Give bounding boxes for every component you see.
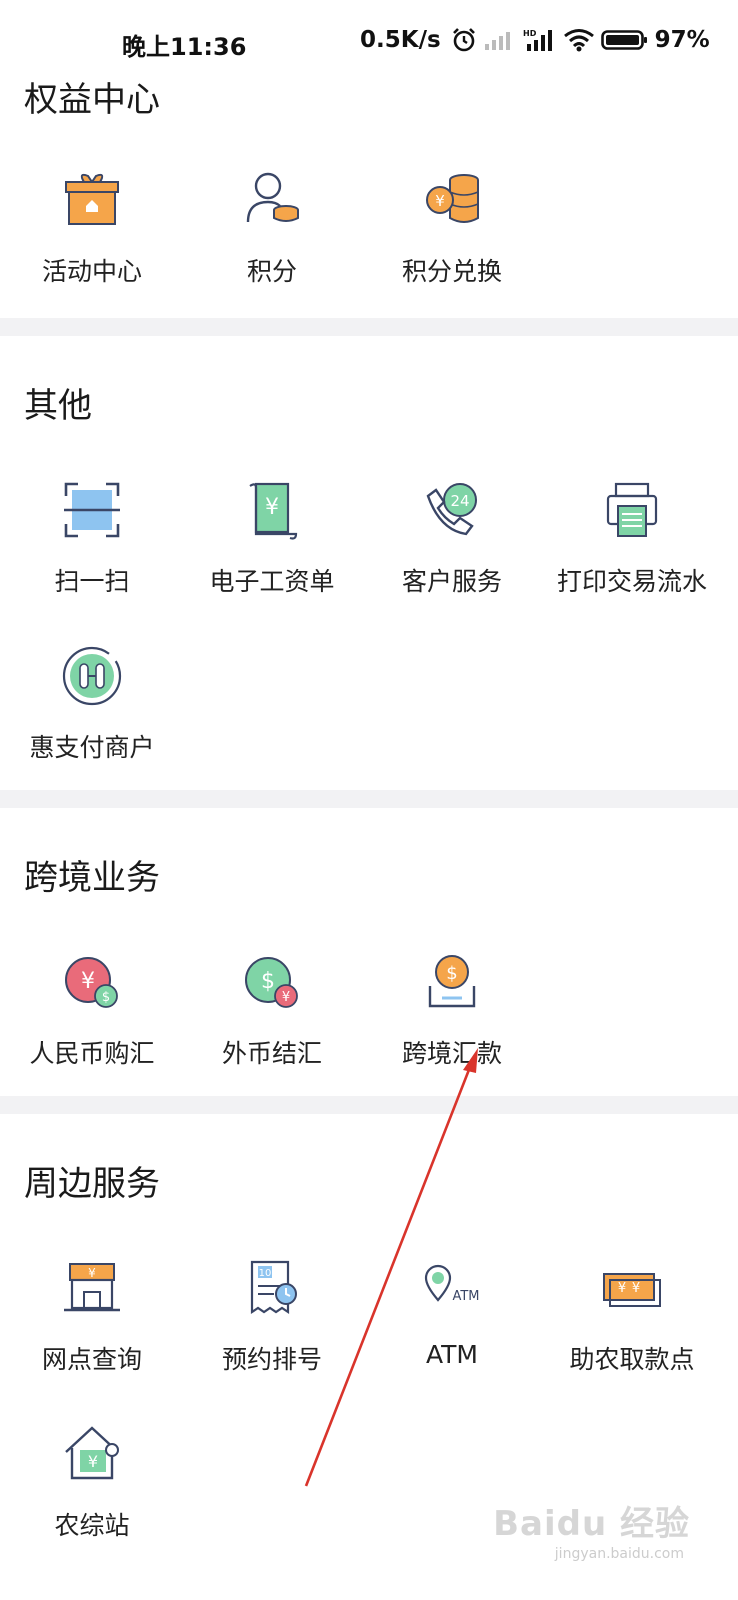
svg-text:24: 24 (450, 492, 469, 510)
merchant-pay-icon (62, 646, 122, 706)
menu-item-branch-search[interactable]: ¥ 网点查询 (0, 1256, 184, 1376)
menu-item-label: 积分兑换 (401, 257, 502, 286)
status-indicators: 0.5K/s HD 97% (360, 27, 710, 53)
menu-item-label: 农综站 (54, 1511, 130, 1540)
svg-text:¥: ¥ (265, 495, 279, 520)
menu-item-label: ATM (425, 1340, 478, 1369)
menu-item-agri-service-station[interactable]: ¥ 农综站 (0, 1422, 184, 1542)
house-icon: ¥ (65, 1426, 119, 1480)
wifi-icon (563, 29, 594, 52)
menu-item-merchant-pay[interactable]: 惠支付商户 (0, 644, 184, 764)
menu-item-atm[interactable]: ATM ATM (360, 1256, 544, 1369)
atm-location-icon: ATM (424, 1264, 480, 1304)
gift-icon (65, 173, 119, 225)
cash-point-icon: ¥ ¥ (603, 1273, 661, 1307)
menu-item-label: 积分 (246, 257, 297, 286)
menu-item-label: 扫一扫 (54, 567, 130, 596)
section-title-other: 其他 (24, 386, 92, 426)
menu-item-cross-border-remittance[interactable]: $ 跨境汇款 (360, 950, 544, 1070)
menu-item-label: 打印交易流水 (556, 567, 707, 596)
svg-text:ATM: ATM (452, 1289, 479, 1304)
menu-item-points[interactable]: 积分 (180, 168, 364, 288)
section-divider (0, 790, 738, 808)
svg-text:¥: ¥ (282, 990, 290, 1005)
section-other: 其他 扫一扫 ¥ 电子工资单 24 客户服务 打印交易流水 惠支付商户 (0, 336, 738, 790)
svg-text:$: $ (446, 963, 457, 984)
watermark-url: jingyan.baidu.com (554, 1546, 684, 1562)
network-speed: 0.5K/s (360, 27, 441, 53)
menu-item-agri-cash-point[interactable]: ¥ ¥ 助农取款点 (540, 1256, 724, 1376)
phone-24-icon: 24 (426, 483, 477, 536)
foreign-exchange-icon: $ ¥ (245, 957, 298, 1008)
section-title-cross-border: 跨境业务 (24, 858, 160, 898)
menu-item-fx-settlement[interactable]: $ ¥ 外币结汇 (180, 950, 364, 1070)
battery-icon (600, 30, 647, 50)
svg-text:HD: HD (523, 29, 537, 38)
svg-text:$: $ (102, 990, 110, 1005)
rmb-exchange-icon: ¥ $ (65, 957, 118, 1008)
signal-hd-icon: HD (523, 29, 552, 51)
menu-item-customer-service[interactable]: 24 客户服务 (360, 478, 544, 598)
svg-text:¥: ¥ (81, 969, 95, 994)
svg-text:$: $ (261, 969, 275, 994)
svg-text:¥: ¥ (88, 1452, 98, 1471)
menu-item-rmb-purchase-fx[interactable]: ¥ $ 人民币购汇 (0, 950, 184, 1070)
section-divider (0, 1096, 738, 1114)
menu-item-label: 外币结汇 (221, 1039, 322, 1068)
svg-text:¥: ¥ (618, 1281, 626, 1296)
section-title-nearby-services: 周边服务 (24, 1164, 160, 1204)
menu-item-label: 人民币购汇 (29, 1039, 155, 1068)
payslip-icon: ¥ (249, 482, 298, 540)
menu-item-label: 助农取款点 (569, 1345, 695, 1374)
menu-item-points-exchange[interactable]: ¥ 积分兑换 (360, 168, 544, 288)
menu-item-label: 电子工资单 (209, 567, 335, 596)
alarm-icon (452, 28, 475, 52)
menu-item-label: 网点查询 (41, 1345, 142, 1374)
menu-item-label: 预约排号 (221, 1345, 322, 1374)
svg-text:¥: ¥ (632, 1281, 640, 1296)
menu-item-queue-booking[interactable]: 10 预约排号 (180, 1256, 364, 1376)
menu-item-label: 跨境汇款 (401, 1039, 502, 1068)
svg-text:10: 10 (259, 1268, 272, 1279)
menu-item-label: 客户服务 (401, 567, 502, 596)
menu-item-scan[interactable]: 扫一扫 (0, 478, 184, 598)
svg-text:¥: ¥ (435, 192, 445, 210)
user-coins-icon (246, 172, 299, 223)
watermark-logo: Baidu 经验 (493, 1504, 690, 1544)
scan-icon (64, 482, 120, 538)
menu-item-e-payslip[interactable]: ¥ 电子工资单 (180, 478, 364, 598)
svg-text:¥: ¥ (88, 1266, 96, 1280)
printer-icon (606, 482, 658, 537)
remittance-icon: $ (428, 955, 476, 1008)
status-time: 晚上11:36 (122, 33, 247, 61)
coin-stack-icon: ¥ (426, 174, 479, 223)
menu-item-print-statement[interactable]: 打印交易流水 (540, 478, 724, 598)
menu-item-label: 惠支付商户 (29, 733, 155, 762)
signal-weak-icon (484, 32, 510, 50)
section-cross-border: 跨境业务 ¥ $ 人民币购汇 $ ¥ 外币结汇 $ 跨境汇款 (0, 808, 738, 1096)
section-divider (0, 318, 738, 336)
queue-ticket-icon: 10 (250, 1260, 297, 1315)
menu-item-activity-center[interactable]: 活动中心 (0, 168, 184, 288)
menu-item-label: 活动中心 (41, 257, 142, 286)
battery-percent: 97% (654, 27, 710, 53)
section-benefits: 权益中心 活动中心 积分 ¥ 积分兑换 (0, 60, 738, 318)
section-title-benefits: 权益中心 (24, 80, 160, 120)
branch-icon: ¥ (64, 1263, 120, 1312)
